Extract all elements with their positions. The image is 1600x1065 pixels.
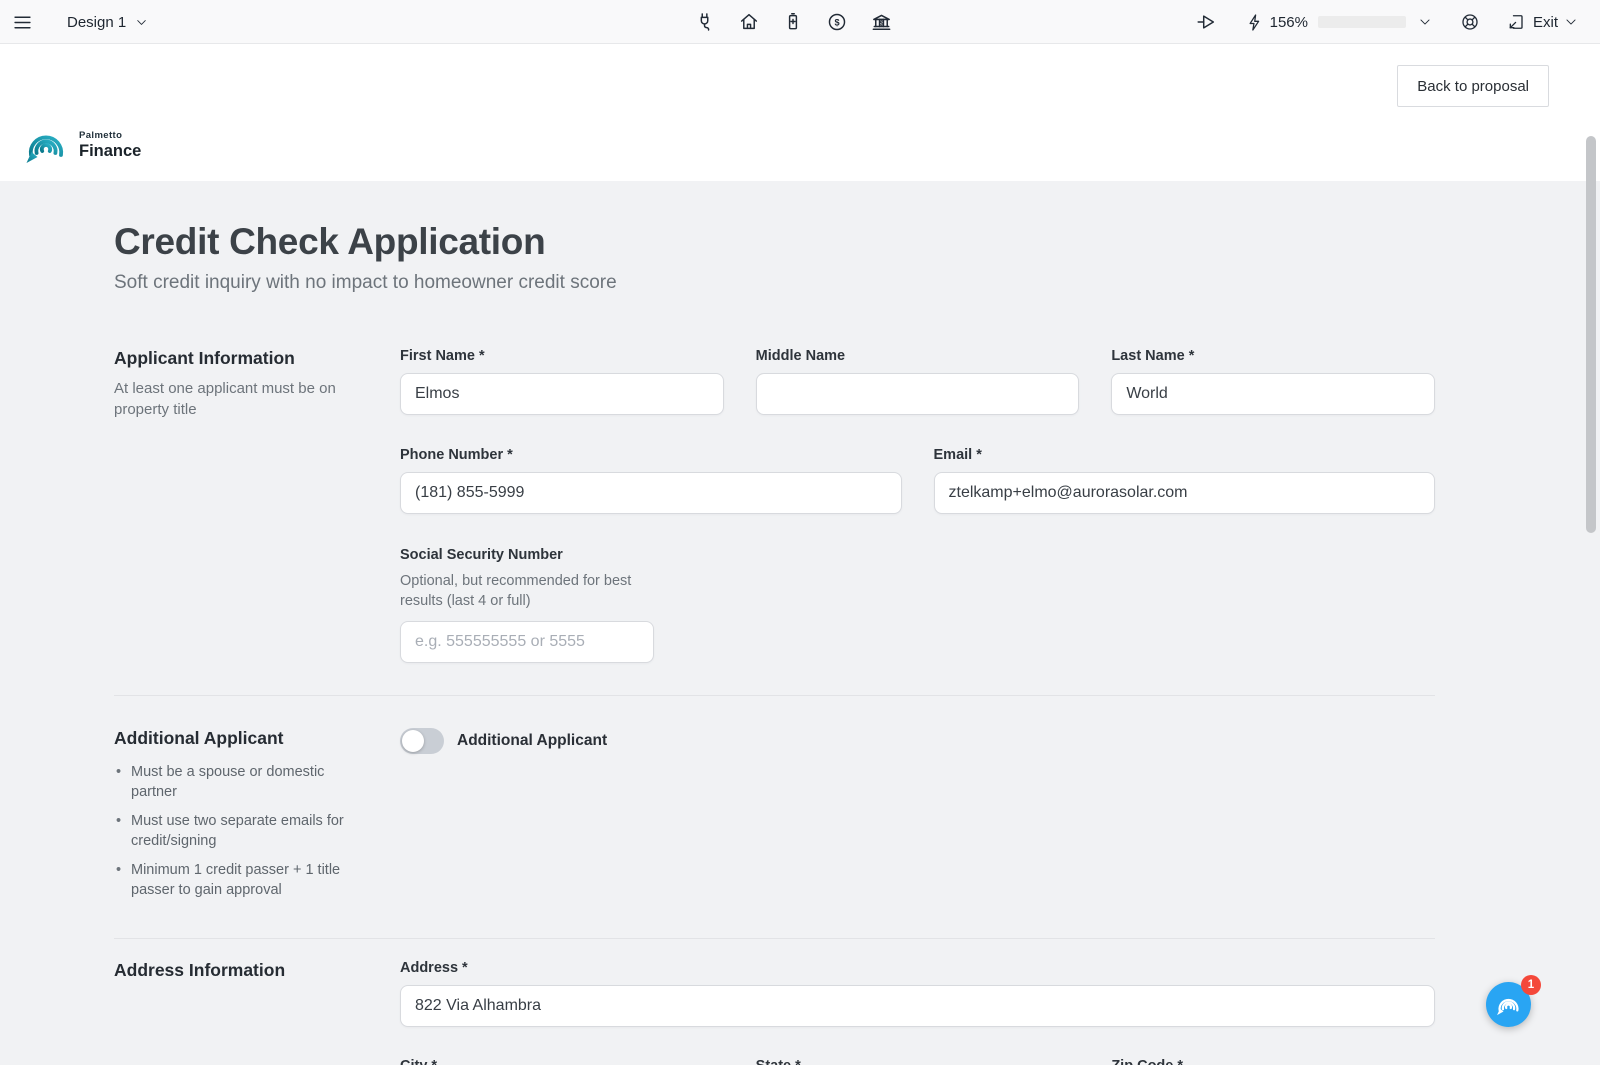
- brand-name-bottom: Finance: [79, 142, 141, 161]
- first-name-label: First Name *: [400, 348, 724, 364]
- back-to-proposal-button[interactable]: Back to proposal: [1397, 65, 1549, 107]
- page-title: Credit Check Application: [114, 221, 1435, 263]
- zip-code-label: Zip Code *: [1111, 1058, 1435, 1065]
- middle-name-label: Middle Name: [756, 348, 1080, 364]
- help-lifebuoy-icon[interactable]: [1460, 12, 1480, 32]
- additional-applicant-toggle[interactable]: [400, 728, 444, 754]
- phone-number-label: Phone Number *: [400, 447, 902, 463]
- address-input[interactable]: [400, 985, 1435, 1027]
- middle-name-input[interactable]: [756, 373, 1080, 415]
- bank-icon[interactable]: $: [870, 11, 893, 34]
- first-name-input[interactable]: [400, 373, 724, 415]
- design-selector-label: Design 1: [67, 14, 126, 31]
- address-section-heading: Address Information: [114, 960, 400, 981]
- brand-name-top: Palmetto: [79, 130, 141, 141]
- additional-applicant-toggle-label: Additional Applicant: [457, 732, 607, 750]
- additional-applicant-section: Additional Applicant Must be a spouse or…: [114, 728, 1435, 909]
- chat-launcher-button[interactable]: 1: [1486, 982, 1531, 1027]
- address-information-section: Address Information Address * City * Sta…: [114, 960, 1435, 1065]
- address-label: Address *: [400, 960, 1435, 976]
- exit-panel-icon[interactable]: [1506, 12, 1526, 32]
- applicant-section-helper: At least one applicant must be on proper…: [114, 378, 346, 420]
- exit-chevron-down-icon[interactable]: [1564, 15, 1578, 29]
- section-divider: [114, 938, 1435, 939]
- email-label: Email *: [934, 447, 1436, 463]
- zoom-chevron-down-icon[interactable]: [1418, 15, 1432, 29]
- city-label: City *: [400, 1058, 724, 1065]
- svg-text:$: $: [834, 17, 839, 27]
- rule-item: Must use two separate emails for credit/…: [114, 811, 346, 851]
- phone-number-input[interactable]: [400, 472, 902, 514]
- design-selector[interactable]: Design 1: [67, 14, 148, 31]
- page-subtitle: Soft credit inquiry with no impact to ho…: [114, 272, 1435, 294]
- rule-item: Minimum 1 credit passer + 1 title passer…: [114, 860, 346, 900]
- section-divider: [114, 695, 1435, 696]
- last-name-input[interactable]: [1111, 373, 1435, 415]
- run-simulation-icon[interactable]: [1195, 11, 1217, 33]
- state-label: State *: [756, 1058, 1080, 1065]
- ssn-input[interactable]: [400, 621, 654, 663]
- vertical-scrollbar-thumb[interactable]: [1586, 136, 1596, 533]
- toggle-knob: [402, 730, 424, 752]
- plug-icon[interactable]: [694, 11, 716, 33]
- hamburger-menu-icon[interactable]: [12, 12, 33, 33]
- palmetto-logo-mark: [23, 124, 69, 166]
- credit-check-form: Credit Check Application Soft credit inq…: [0, 181, 1600, 1065]
- top-toolbar: Design 1 $ $ 156%: [0, 0, 1600, 44]
- additional-section-heading: Additional Applicant: [114, 728, 400, 749]
- ssn-helper-text: Optional, but recommended for best resul…: [400, 572, 646, 611]
- palmetto-chat-icon: [1495, 992, 1522, 1017]
- dollar-coin-icon[interactable]: $: [826, 11, 848, 33]
- chat-unread-badge: 1: [1521, 975, 1541, 995]
- zoom-percent: 156%: [1270, 14, 1308, 31]
- applicant-section-heading: Applicant Information: [114, 348, 400, 369]
- chevron-down-icon: [135, 16, 148, 29]
- toolbar-nav-icons: $ $: [694, 0, 893, 44]
- lightning-bolt-icon: [1245, 13, 1264, 32]
- header-band: Back to proposal Palmetto Finance: [0, 44, 1600, 181]
- additional-applicant-rules: Must be a spouse or domestic partner Mus…: [114, 762, 400, 900]
- rule-item: Must be a spouse or domestic partner: [114, 762, 346, 802]
- home-icon[interactable]: [738, 11, 760, 33]
- zoom-slider[interactable]: [1318, 16, 1406, 28]
- palmetto-finance-logo: Palmetto Finance: [23, 124, 141, 166]
- svg-text:$: $: [880, 19, 884, 27]
- ssn-label: Social Security Number: [400, 547, 1435, 563]
- last-name-label: Last Name *: [1111, 348, 1435, 364]
- email-input[interactable]: [934, 472, 1436, 514]
- exit-label[interactable]: Exit: [1533, 14, 1558, 31]
- applicant-information-section: Applicant Information At least one appli…: [114, 348, 1435, 663]
- battery-icon[interactable]: [782, 11, 804, 33]
